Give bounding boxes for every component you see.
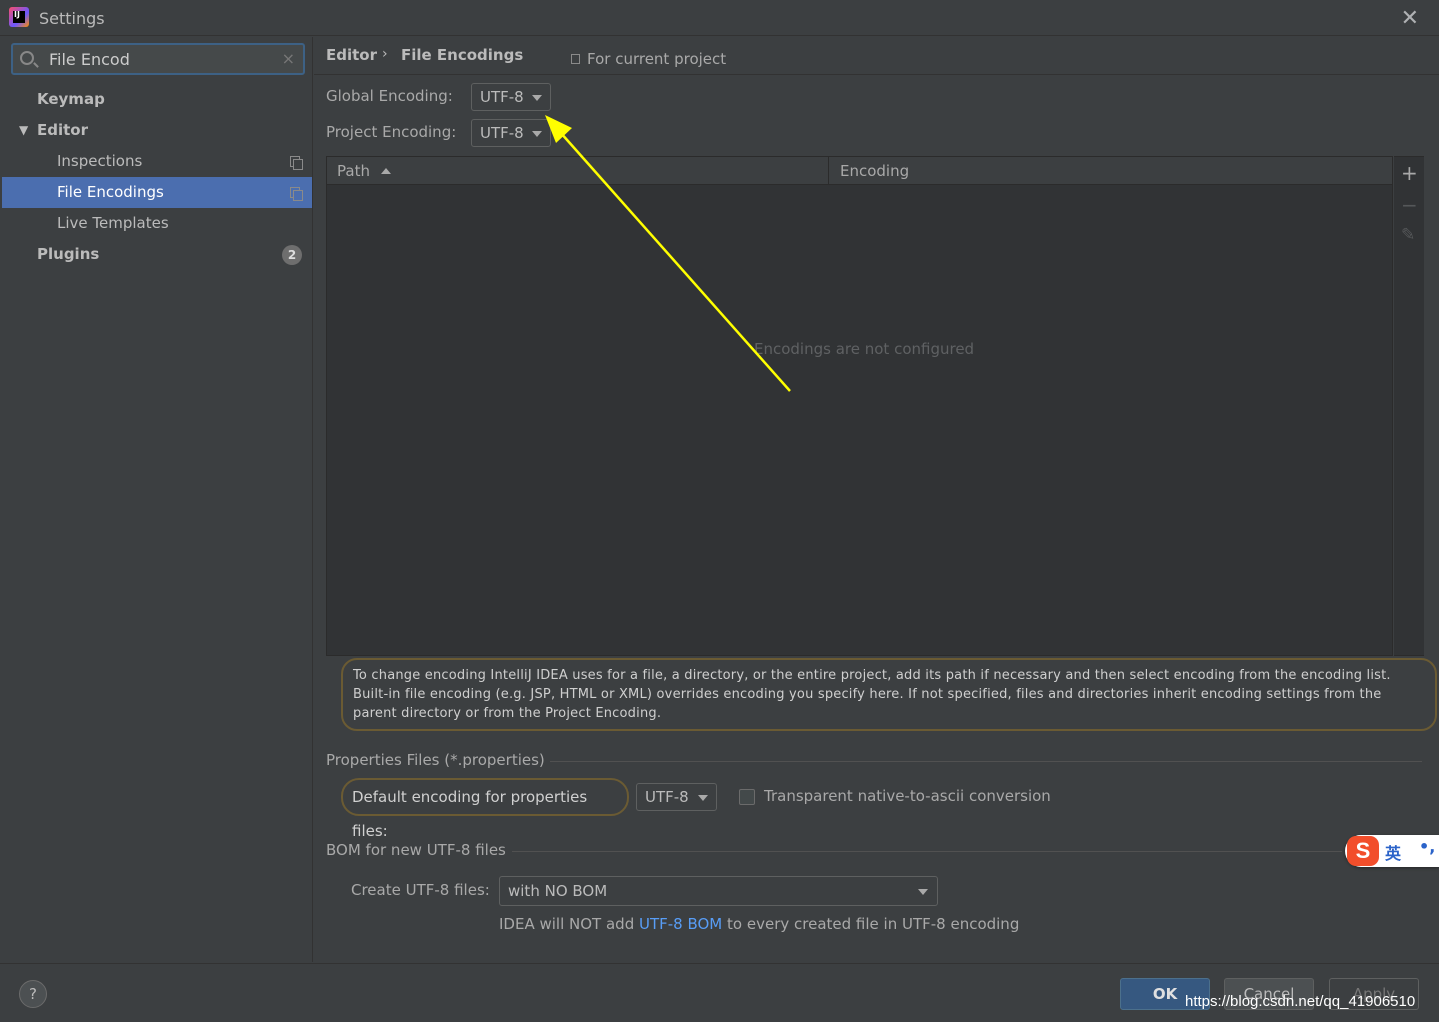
transparent-conversion-checkbox[interactable] xyxy=(739,789,755,805)
tree-item-keymap[interactable]: Keymap xyxy=(2,84,312,115)
help-button[interactable]: ? xyxy=(19,980,47,1008)
create-utf8-label: Create UTF-8 files: xyxy=(351,881,490,899)
section-divider xyxy=(512,851,1342,852)
tree-item-plugins[interactable]: Plugins 2 xyxy=(2,239,312,270)
tree-item-editor[interactable]: ▼ Editor xyxy=(2,115,312,146)
search-field[interactable]: × xyxy=(11,43,305,75)
column-header-encoding[interactable]: Encoding xyxy=(840,162,909,180)
bom-note-after: to every created file in UTF-8 encoding xyxy=(722,915,1020,933)
properties-default-encoding-label: Default encoding for properties files: xyxy=(341,778,629,840)
transparent-conversion-label[interactable]: Transparent native-to-ascii conversion xyxy=(764,787,1051,805)
breadcrumb-file-encodings: File Encodings xyxy=(401,46,524,64)
sogou-logo-icon[interactable]: S xyxy=(1347,836,1379,866)
tree-item-live-templates[interactable]: Live Templates xyxy=(2,208,312,239)
global-encoding-value: UTF-8 xyxy=(480,88,524,106)
section-divider xyxy=(550,761,1422,762)
chevron-down-icon xyxy=(698,795,708,801)
bom-section-title: BOM for new UTF-8 files xyxy=(326,841,506,859)
path-encoding-table[interactable]: Path Encoding Encodings are not configur… xyxy=(326,156,1393,656)
plugins-update-badge: 2 xyxy=(282,245,302,265)
column-divider[interactable] xyxy=(828,157,829,185)
scope-label: For current project xyxy=(587,50,727,68)
project-scope-icon xyxy=(290,156,303,170)
file-encodings-content: Global Encoding: UTF-8 Project Encoding:… xyxy=(314,75,1439,962)
project-scope-icon xyxy=(290,187,303,201)
settings-tree: Keymap ▼ Editor Inspections File Encodin… xyxy=(2,84,312,270)
bom-select[interactable]: with NO BOM xyxy=(499,876,938,906)
tree-item-label: Plugins xyxy=(37,245,100,263)
bom-note: IDEA will NOT add UTF-8 BOM to every cre… xyxy=(499,915,1019,933)
project-encoding-label: Project Encoding: xyxy=(326,123,457,141)
tree-item-label: Live Templates xyxy=(57,214,169,232)
tree-item-file-encodings[interactable]: File Encodings xyxy=(2,177,312,208)
settings-sidebar: × Keymap ▼ Editor Inspections File Encod… xyxy=(2,37,313,962)
table-toolbar: + − ✎ xyxy=(1394,156,1424,656)
properties-section-title: Properties Files (*.properties) xyxy=(326,751,545,769)
bom-select-value: with NO BOM xyxy=(508,882,608,900)
close-icon[interactable]: ✕ xyxy=(1401,6,1419,31)
project-encoding-select[interactable]: UTF-8 xyxy=(471,119,551,147)
remove-icon[interactable]: − xyxy=(1401,193,1418,217)
title-bar: IJ Settings ✕ xyxy=(0,0,1439,36)
clear-search-icon[interactable]: × xyxy=(282,49,295,68)
window-title: Settings xyxy=(39,9,105,28)
chevron-down-icon xyxy=(532,131,542,137)
intellij-idea-icon: IJ xyxy=(9,7,29,27)
column-header-path[interactable]: Path xyxy=(337,162,370,180)
table-header: Path Encoding xyxy=(327,157,1392,185)
project-scope-icon xyxy=(571,54,580,64)
sort-ascending-icon xyxy=(381,168,391,174)
breadcrumb-editor[interactable]: Editor xyxy=(326,46,377,64)
utf8-bom-link[interactable]: UTF-8 BOM xyxy=(639,915,722,933)
add-icon[interactable]: + xyxy=(1401,161,1418,185)
global-encoding-select[interactable]: UTF-8 xyxy=(471,83,551,111)
ime-toolbar[interactable]: S 英 •, xyxy=(1345,835,1439,867)
dialog-footer: ? OK Cancel Apply https://blog.csdn.net/… xyxy=(0,963,1439,1022)
search-icon[interactable] xyxy=(20,51,34,65)
settings-main-panel: Editor › File Encodings For current proj… xyxy=(314,37,1439,962)
table-empty-text: Encodings are not configured xyxy=(754,340,975,358)
chevron-down-icon xyxy=(532,95,542,101)
search-input[interactable] xyxy=(49,48,277,70)
tree-item-label: File Encodings xyxy=(57,183,164,201)
ime-mode[interactable]: 英 xyxy=(1385,840,1401,864)
chevron-down-icon xyxy=(918,889,928,895)
tree-item-label: Keymap xyxy=(37,90,105,108)
watermark-text: https://blog.csdn.net/qq_41906510 xyxy=(1185,993,1416,1010)
global-encoding-label: Global Encoding: xyxy=(326,87,453,105)
tree-item-label: Editor xyxy=(37,121,88,139)
breadcrumb: Editor › File Encodings For current proj… xyxy=(314,37,1439,75)
encoding-info-text: To change encoding IntelliJ IDEA uses fo… xyxy=(341,658,1437,731)
tree-item-inspections[interactable]: Inspections xyxy=(2,146,312,177)
properties-encoding-value: UTF-8 xyxy=(645,788,689,806)
bom-note-before: IDEA will NOT add xyxy=(499,915,639,933)
expand-arrow-icon[interactable]: ▼ xyxy=(19,115,28,146)
properties-encoding-select[interactable]: UTF-8 xyxy=(636,783,717,811)
breadcrumb-separator: › xyxy=(382,46,388,62)
tree-item-label: Inspections xyxy=(57,152,143,170)
ime-punctuation[interactable]: •, xyxy=(1419,837,1435,856)
edit-icon[interactable]: ✎ xyxy=(1401,225,1415,245)
project-encoding-value: UTF-8 xyxy=(480,124,524,142)
